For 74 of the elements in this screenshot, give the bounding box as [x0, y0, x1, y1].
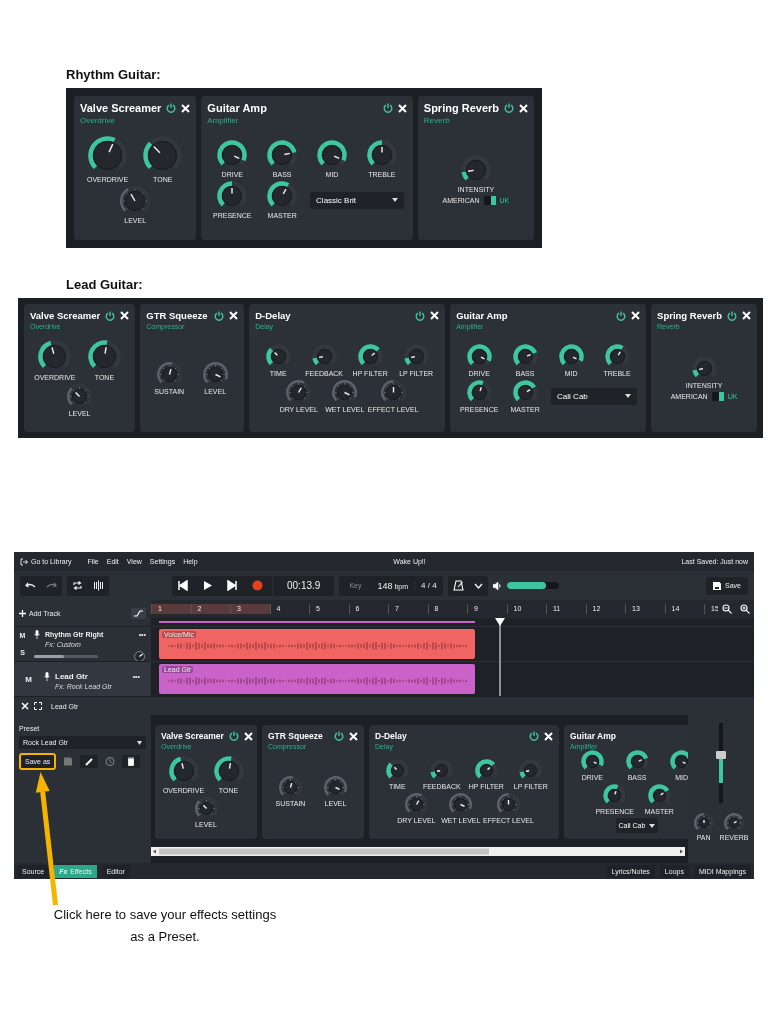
- effect-title: Guitar Amp: [456, 310, 509, 321]
- dial-knob[interactable]: [693, 813, 714, 833]
- caption-text: as a Preset.: [129, 929, 201, 945]
- fullscreen-icon[interactable]: [34, 702, 42, 710]
- effect-title: Valve Screamer: [161, 731, 224, 741]
- toggle-switch[interactable]: [711, 391, 724, 401]
- toggle-switch[interactable]: [483, 195, 496, 205]
- power-icon[interactable]: [166, 103, 177, 113]
- effect-title: D-Delay: [375, 731, 408, 741]
- effect-type: Reverb: [423, 116, 451, 125]
- power-icon[interactable]: [105, 310, 116, 321]
- power-icon[interactable]: [616, 310, 627, 321]
- section-heading: Rhythm Guitar:: [66, 67, 162, 83]
- close-icon[interactable]: [120, 311, 130, 320]
- close-icon[interactable]: [544, 731, 553, 741]
- caret-icon: [137, 740, 142, 745]
- power-icon[interactable]: [529, 731, 539, 741]
- effect-title: GTR Squeeze: [268, 731, 324, 741]
- zoom-in-icon[interactable]: [740, 604, 750, 614]
- effect-title: Guitar Amp: [207, 102, 268, 114]
- plus-icon: [19, 609, 26, 617]
- time-signature[interactable]: 4 / 4: [414, 581, 443, 590]
- effect-title: D-Delay: [255, 310, 292, 321]
- dropdown[interactable]: Cali Cab: [551, 387, 638, 405]
- pan-knob[interactable]: [133, 650, 146, 661]
- caret-icon: [391, 198, 398, 202]
- effect-title: Spring Reverb: [423, 102, 499, 114]
- power-icon[interactable]: [228, 731, 239, 741]
- close-icon[interactable]: [631, 311, 641, 320]
- pencil-icon[interactable]: [80, 755, 99, 768]
- caret-icon: [649, 823, 656, 828]
- effect-type: Overdrive: [80, 116, 116, 125]
- time-display: 00:13.9: [272, 575, 335, 596]
- power-icon[interactable]: [727, 310, 737, 321]
- track-toggle-button[interactable]: M: [20, 670, 37, 688]
- power-icon[interactable]: [382, 103, 393, 113]
- speaker-icon: [492, 581, 502, 590]
- fader-handle[interactable]: [716, 751, 726, 759]
- zoom-out-icon[interactable]: [722, 604, 732, 614]
- track-volume-slider[interactable]: [34, 654, 98, 659]
- close-icon[interactable]: [742, 311, 751, 320]
- power-icon[interactable]: [214, 310, 225, 321]
- effect-title: Guitar Amp: [570, 731, 617, 741]
- close-icon[interactable]: [243, 731, 253, 741]
- close-icon[interactable]: [181, 103, 191, 113]
- automation-icon[interactable]: [131, 607, 146, 619]
- trash-icon[interactable]: [122, 755, 141, 768]
- volume-fader[interactable]: [719, 723, 723, 803]
- exit-icon: [20, 557, 28, 566]
- volume-slider[interactable]: [506, 582, 559, 589]
- close-icon[interactable]: [349, 731, 358, 741]
- playhead[interactable]: [494, 618, 505, 696]
- power-icon[interactable]: [504, 103, 514, 113]
- caption-text: Click here to save your effects settings: [52, 907, 278, 923]
- close-icon[interactable]: [397, 103, 407, 113]
- tempo-value[interactable]: 148: [371, 580, 393, 591]
- close-icon[interactable]: [21, 702, 29, 710]
- power-icon[interactable]: [415, 310, 426, 321]
- effect-title: Valve Screamer: [30, 310, 101, 321]
- effect-type: Amplifier: [207, 116, 240, 125]
- microphone-icon: [44, 671, 50, 681]
- close-icon[interactable]: [519, 103, 528, 113]
- horizontal-scrollbar[interactable]: [151, 847, 685, 856]
- section-heading: Lead Guitar:: [66, 277, 144, 293]
- effect-title: Valve Screamer: [80, 102, 162, 114]
- dropdown[interactable]: Classic Brit: [310, 191, 404, 209]
- effect-title: GTR Squeeze: [146, 310, 209, 321]
- close-icon[interactable]: [430, 311, 440, 320]
- close-icon[interactable]: [229, 311, 239, 320]
- effect-title: Spring Reverb: [657, 310, 722, 321]
- caret-icon: [625, 394, 632, 398]
- power-icon[interactable]: [334, 731, 344, 741]
- microphone-icon: [34, 630, 40, 639]
- track-name: Lead Gtr: [55, 671, 89, 681]
